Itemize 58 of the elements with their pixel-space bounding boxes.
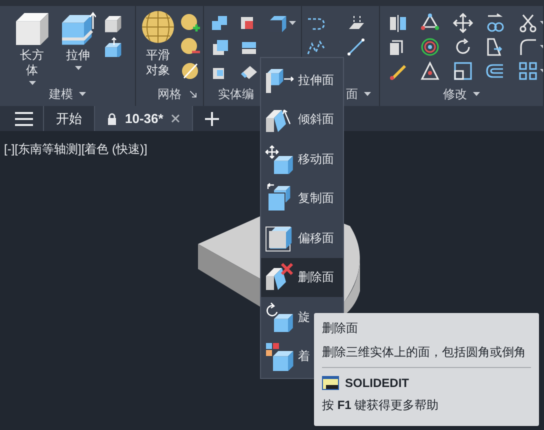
- help-hint: 按 F1 键获得更多帮助: [322, 397, 440, 414]
- menu-item[interactable]: 复制面: [261, 178, 343, 218]
- tool-button[interactable]: [180, 12, 200, 34]
- mesh-sphere-icon: [140, 9, 176, 45]
- ribbon-button[interactable]: 拉伸: [56, 6, 100, 85]
- menu-icon[interactable]: [15, 112, 33, 126]
- panel-title[interactable]: 实体编: [218, 85, 254, 103]
- copy-icon: [485, 13, 506, 33]
- rotate-face-icon: [264, 302, 294, 332]
- tooltip-title: 删除面: [322, 320, 359, 337]
- panel-title[interactable]: 面: [346, 85, 358, 103]
- add-tab-icon[interactable]: [205, 112, 220, 126]
- menu-item[interactable]: 拉伸面: [261, 60, 343, 100]
- tab-label: 开始: [56, 110, 82, 128]
- tool-button[interactable]: [180, 60, 200, 82]
- tooltip-description: 删除三维实体上的面，包括圆角或倒角: [322, 344, 527, 361]
- sphere-split-icon: [180, 61, 200, 81]
- tab-label: 10-36*: [125, 110, 164, 128]
- extrude-icon: [60, 9, 96, 45]
- menu-item[interactable]: 移动面: [261, 139, 343, 178]
- menu-item[interactable]: 倾斜面: [261, 100, 343, 139]
- caret-icon: [289, 21, 296, 25]
- panel-title[interactable]: 修改: [443, 85, 467, 103]
- command-icon: [322, 376, 339, 390]
- move-icon: [452, 13, 473, 33]
- sphere-add-icon: [180, 13, 200, 33]
- color-face-icon: [264, 341, 294, 372]
- tool-button[interactable]: [102, 36, 122, 58]
- file-tab[interactable]: 10-36*: [94, 106, 192, 131]
- menu-item[interactable]: 删除面: [261, 258, 343, 297]
- line-icon: [346, 37, 366, 57]
- panel-title[interactable]: 网格: [158, 85, 182, 103]
- press-pull-icon: [102, 37, 122, 57]
- close-icon[interactable]: [171, 114, 180, 123]
- arc-corner-icon: [518, 37, 538, 57]
- mirror-icon: [388, 13, 408, 33]
- tool-button[interactable]: [518, 12, 543, 34]
- ribbon-button[interactable]: 长方体: [10, 6, 54, 85]
- launcher-icon[interactable]: [190, 91, 197, 98]
- viewport-controls[interactable]: [-][东南等轴测][着色 (快速)]: [4, 140, 148, 158]
- box-icon: [102, 13, 122, 33]
- move-face-icon: [264, 144, 294, 174]
- array-icon: [518, 61, 538, 81]
- offset-icon: [485, 61, 506, 81]
- tool-button[interactable]: [518, 60, 543, 82]
- ribbon-button[interactable]: 平滑对象: [140, 6, 176, 82]
- delete-face-icon: [264, 262, 294, 292]
- gizmo-icon: [420, 13, 440, 33]
- tool-button[interactable]: [518, 36, 543, 58]
- menu-item[interactable]: 偏移面: [261, 218, 343, 258]
- scale-icon: [452, 61, 473, 81]
- command-name: SOLIDEDIT: [345, 375, 410, 392]
- sphere-remove-icon: [180, 37, 200, 57]
- triangle-gizmo-icon: [420, 61, 440, 81]
- scissors-icon: [518, 13, 538, 33]
- panel-title[interactable]: 建模: [49, 85, 73, 103]
- union-icon: [210, 13, 230, 33]
- intersect-icon: [210, 37, 230, 57]
